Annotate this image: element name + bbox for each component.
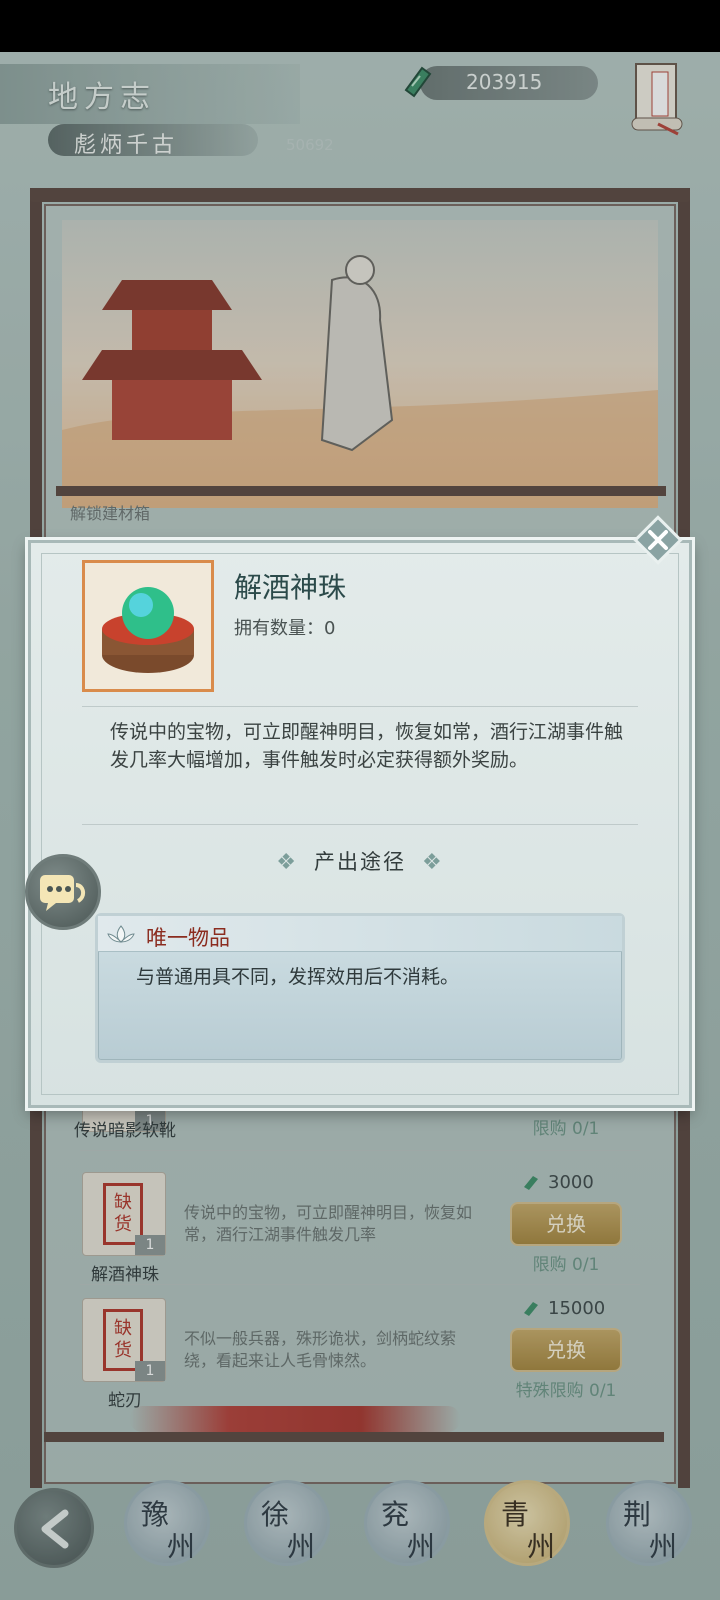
item-image <box>82 560 214 692</box>
chat-button[interactable] <box>25 854 101 930</box>
unique-item-text: 与普通用具不同，发挥效用后不消耗。 <box>136 966 460 988</box>
popup-divider <box>82 706 638 707</box>
diamond-ornament-icon: ❖ <box>276 850 298 875</box>
lotus-icon <box>107 925 135 943</box>
diamond-ornament-icon: ❖ <box>422 850 444 875</box>
unique-item-title: 唯一物品 <box>146 926 230 950</box>
close-icon[interactable] <box>632 514 684 566</box>
popup-divider <box>82 824 638 825</box>
owned-count: 拥有数量：0 <box>234 618 336 639</box>
source-heading-text: 产出途径 <box>314 850 406 874</box>
popup-description: 传说中的宝物，可立即醒神明目，恢复如常，酒行江湖事件触发几率大幅增加，事件触发时… <box>110 721 624 771</box>
unique-item-box: 唯一物品 与普通用具不同，发挥效用后不消耗。 <box>95 913 625 1063</box>
unique-item-header: 唯一物品 <box>98 916 622 952</box>
popup-item-name: 解酒神珠 <box>234 571 347 604</box>
status-bar <box>0 0 720 52</box>
source-heading: ❖ 产出途径 ❖ <box>0 846 720 876</box>
chat-bubble-icon <box>40 875 85 911</box>
